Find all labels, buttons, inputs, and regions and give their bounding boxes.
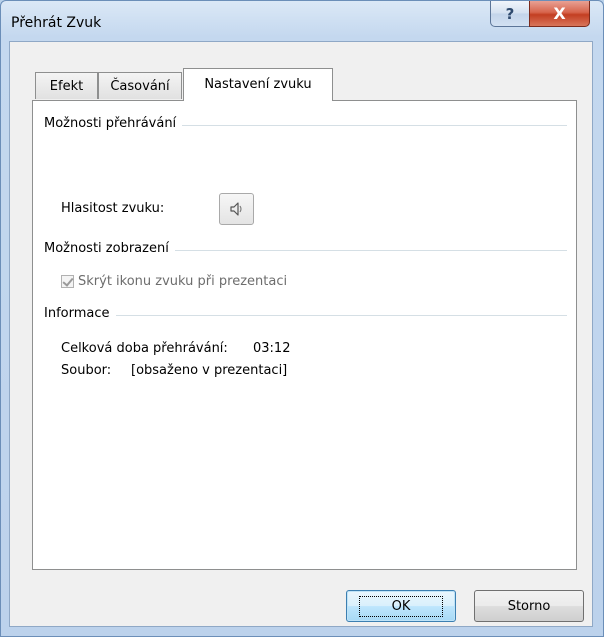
group-label-playback: Možnosti přehrávání xyxy=(44,116,183,131)
duration-value: 03:12 xyxy=(253,341,291,356)
hide-icon-label: Skrýt ikonu zvuku při prezentaci xyxy=(78,274,288,289)
window-title: Přehrát Zvuk xyxy=(11,15,102,31)
cancel-button[interactable]: Storno xyxy=(474,590,584,622)
hide-icon-checkbox[interactable] xyxy=(61,275,74,288)
ok-button-label: OK xyxy=(358,595,444,617)
close-icon: X xyxy=(553,4,566,23)
title-bar[interactable]: Přehrát Zvuk ? X xyxy=(1,1,603,41)
dialog-client-area: Efekt Časování Nastavení zvuku Možnosti … xyxy=(9,41,593,627)
group-divider xyxy=(44,315,567,316)
close-button[interactable]: X xyxy=(529,1,590,27)
volume-button[interactable] xyxy=(219,193,254,225)
ok-button[interactable]: OK xyxy=(346,590,456,622)
tab-efekt[interactable]: Efekt xyxy=(35,72,98,99)
tab-nastaveni-zvuku[interactable]: Nastavení zvuku xyxy=(183,68,333,101)
help-icon: ? xyxy=(505,4,515,23)
tab-label: Časování xyxy=(110,79,170,94)
tab-label: Nastavení zvuku xyxy=(204,77,312,92)
group-label-display: Možnosti zobrazení xyxy=(44,241,175,256)
duration-label: Celková doba přehrávání: xyxy=(61,341,228,356)
tab-casovani[interactable]: Časování xyxy=(98,72,182,99)
group-label-info: Informace xyxy=(44,306,116,321)
tab-panel-nastaveni-zvuku: Možnosti přehrávání Hlasitost zvuku: Mož… xyxy=(32,100,577,570)
dialog-window: Přehrát Zvuk ? X Efekt Časování Nastaven… xyxy=(0,0,604,637)
help-button[interactable]: ? xyxy=(490,1,530,27)
speaker-icon xyxy=(229,202,242,216)
cancel-button-label: Storno xyxy=(507,598,551,614)
file-label: Soubor: xyxy=(61,363,112,378)
hide-icon-option[interactable]: Skrýt ikonu zvuku při prezentaci xyxy=(61,274,287,289)
file-value: [obsaženo v prezentaci] xyxy=(131,363,288,378)
volume-label: Hlasitost zvuku: xyxy=(61,201,165,216)
tab-label: Efekt xyxy=(49,79,84,94)
